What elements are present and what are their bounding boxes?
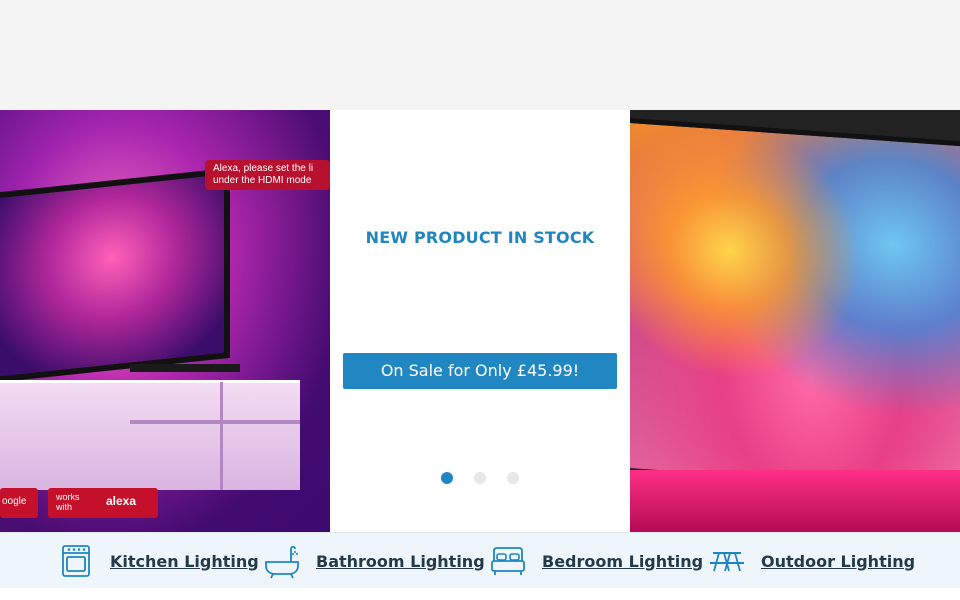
tv-cabinet-shelf — [130, 420, 300, 424]
tv-cabinet — [0, 380, 300, 490]
sale-cta-button[interactable]: On Sale for Only £45.99! — [343, 353, 617, 389]
glowing-floor — [630, 470, 960, 532]
promo-eyebrow: NEW PRODUCT IN STOCK — [365, 228, 595, 247]
tv-stand — [130, 364, 240, 372]
category-label: Bathroom Lighting — [316, 551, 485, 571]
tv-cabinet-divider — [220, 382, 223, 490]
slider-dot-2[interactable] — [474, 472, 486, 484]
page-header-band — [0, 0, 960, 110]
google-badge: oogle — [0, 488, 38, 518]
kitchen-oven-icon — [62, 545, 90, 577]
category-bathroom[interactable]: Bathroom Lighting — [264, 543, 485, 579]
category-label: Outdoor Lighting — [761, 551, 916, 571]
category-outdoor[interactable]: Outdoor Lighting — [709, 543, 915, 579]
bathtub-icon — [265, 545, 299, 579]
page-footer-band — [0, 588, 960, 600]
slider-dot-1[interactable] — [440, 472, 453, 484]
category-label: Bedroom Lighting — [542, 551, 704, 571]
category-label: Kitchen Lighting — [110, 551, 259, 571]
picnic-table-icon — [710, 552, 744, 572]
bed-icon — [491, 547, 525, 575]
tv-screen-art — [630, 118, 960, 492]
slider-pagination — [330, 469, 630, 484]
category-kitchen[interactable]: Kitchen Lighting — [58, 543, 259, 579]
voice-command-bubble: Alexa, please set the li under the HDMI … — [205, 160, 330, 190]
slider-dot-3[interactable] — [507, 472, 520, 484]
promo-card: NEW PRODUCT IN STOCK On Sale for Only £4… — [330, 110, 630, 532]
category-bedroom[interactable]: Bedroom Lighting — [490, 543, 703, 579]
alexa-logo-text: alexa — [106, 494, 137, 508]
alexa-badge: works with alexa — [48, 488, 158, 518]
category-bar: Kitchen Lighting Bathroom Lighting Bedro… — [0, 532, 960, 588]
alexa-badge-caption: works with — [56, 492, 80, 512]
